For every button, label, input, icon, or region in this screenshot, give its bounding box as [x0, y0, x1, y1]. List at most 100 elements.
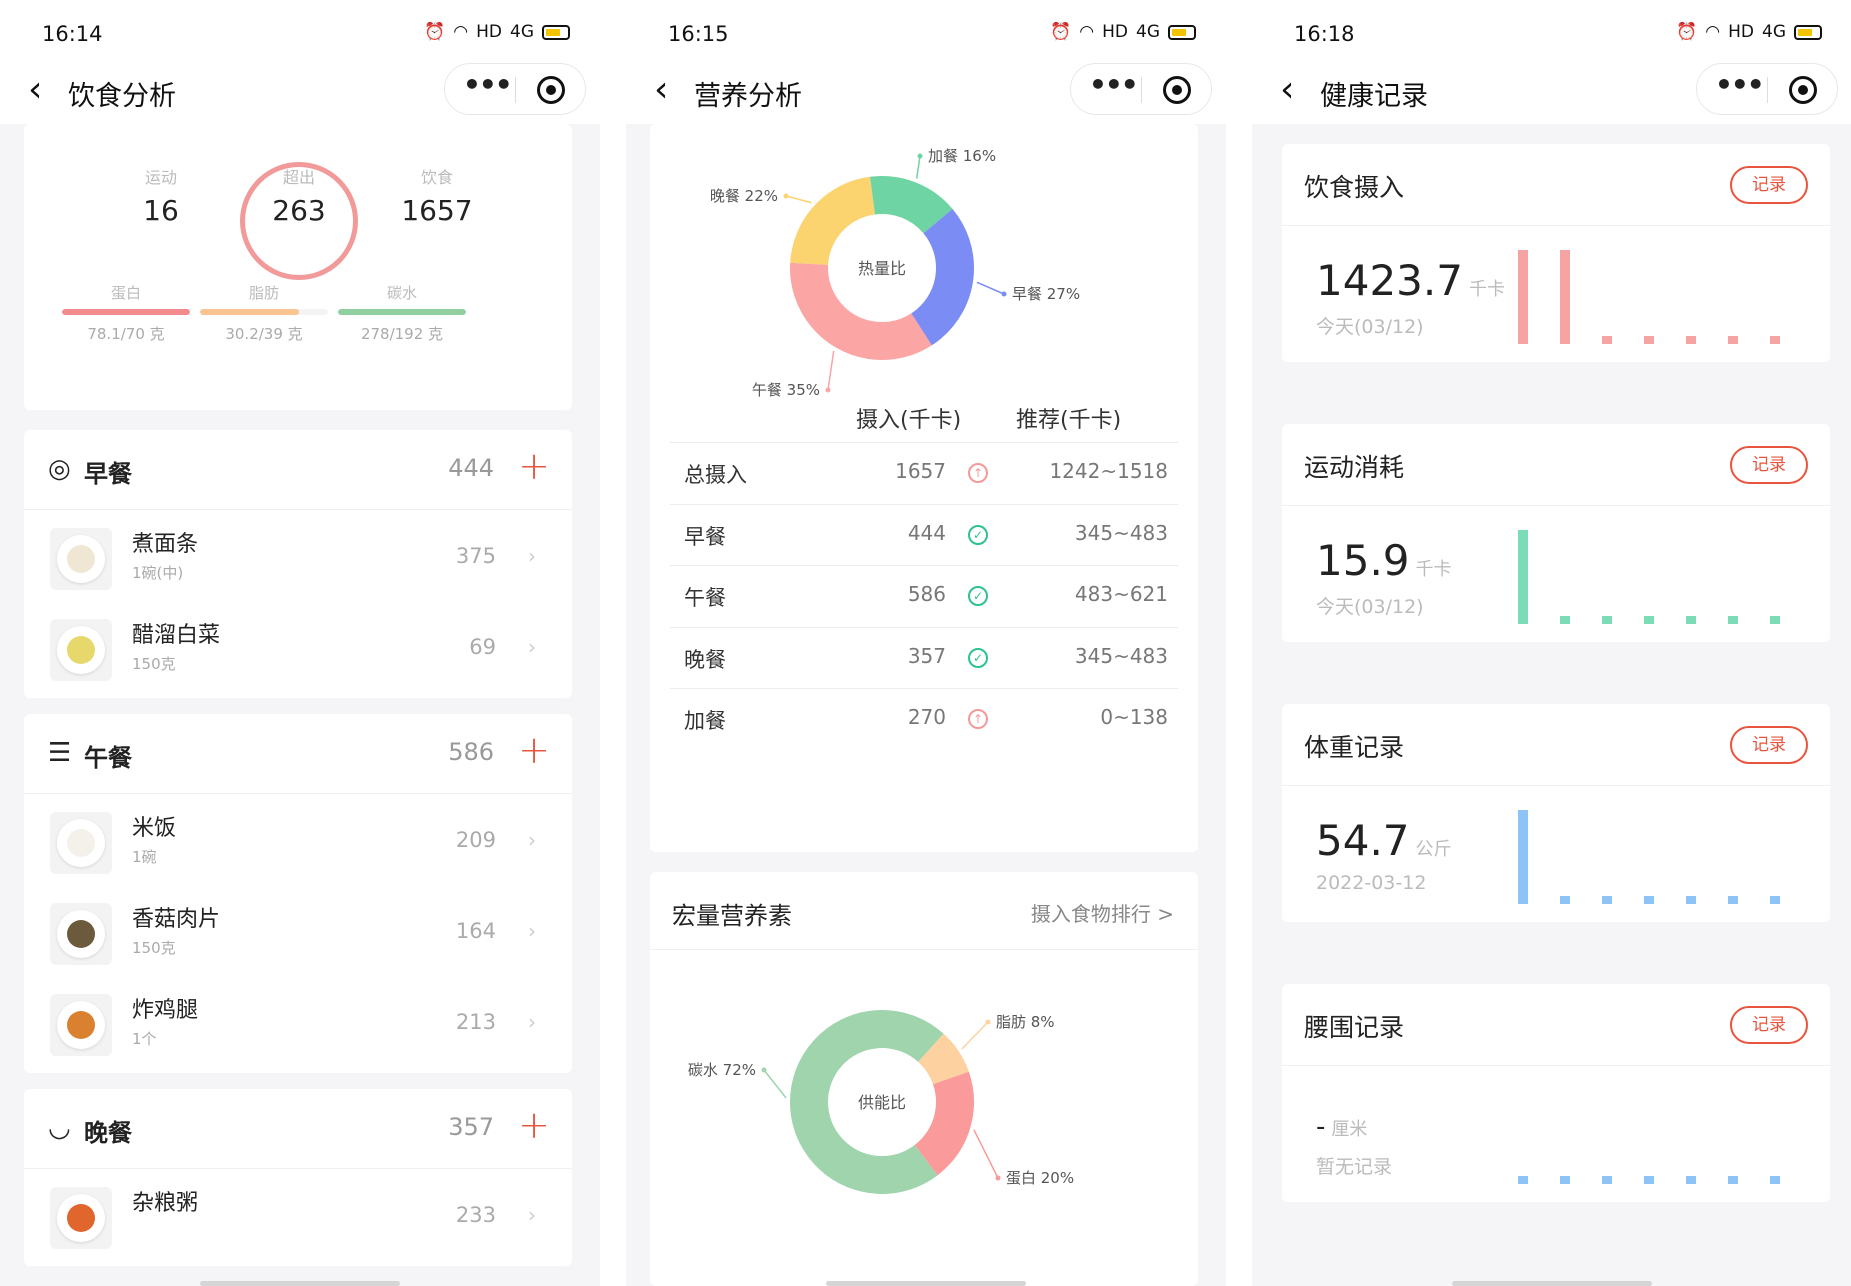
signal-icon: 4G [510, 22, 534, 42]
macro-label: 蛋白 [110, 284, 141, 302]
donut-leader-line [915, 155, 921, 179]
mini-program-capsule: ••• [1696, 63, 1838, 115]
donut-slice-label: 晚餐 22% [710, 187, 778, 205]
health-value: 15.9 [1316, 536, 1410, 585]
burger-icon: ☰ [48, 738, 72, 768]
dish-shape [67, 920, 95, 948]
spark-bar [1602, 896, 1612, 904]
macro-title: 宏量营养素 [672, 902, 792, 930]
more-icon[interactable]: ••• [1715, 68, 1765, 101]
food-item[interactable]: 香菇肉片 150克 164 › [24, 891, 572, 981]
spark-bar [1770, 1176, 1780, 1184]
food-item[interactable]: 醋溜白菜 150克 69 › [24, 607, 572, 697]
health-card: 运动消耗 记录 15.9 千卡 今天(03/12) [1282, 424, 1830, 642]
record-button[interactable]: 记录 [1730, 726, 1808, 764]
back-icon[interactable]: ‹ [28, 70, 42, 110]
spark-bar [1560, 616, 1570, 624]
macro-bar-fill [338, 309, 466, 315]
alarm-icon: ⏰ [424, 22, 446, 42]
weekly-bar-sparkline [1518, 1084, 1780, 1184]
health-record-screen: 16:18 ⏰ ◠ HD 4G ‹ 健康记录 ••• 饮食摄入 记录 1423.7 千… [1252, 0, 1851, 1286]
add-food-plus-icon[interactable]: + [518, 1103, 550, 1147]
macro-bar [62, 309, 190, 315]
weekly-bar-sparkline [1518, 524, 1780, 624]
back-icon[interactable]: ‹ [654, 70, 668, 110]
health-value-line: 54.7 公斤 [1316, 816, 1452, 865]
macro-bar [338, 309, 466, 315]
row-intake: 1657 [895, 459, 946, 483]
diet-analysis-screen: 16:14 ⏰ ◠ HD 4G ‹ 饮食分析 ••• 运动 16 超出 263 … [0, 0, 600, 1286]
food-kcal: 375 [455, 544, 496, 568]
close-target-icon[interactable] [1789, 76, 1817, 104]
health-value: 1423.7 [1316, 256, 1463, 305]
health-card: 腰围记录 记录 - 厘米 暂无记录 [1282, 984, 1830, 1202]
health-card: 饮食摄入 记录 1423.7 千卡 今天(03/12) [1282, 144, 1830, 362]
spark-bar [1602, 616, 1612, 624]
food-item[interactable]: 煮面条 1碗(中) 375 › [24, 516, 572, 606]
meal-title: 早餐 [84, 460, 132, 488]
macro-value: 78.1/70 克 [87, 325, 165, 343]
page-title: 饮食分析 [68, 81, 176, 112]
health-date: 今天(03/12) [1316, 316, 1424, 338]
chevron-right-icon: › [528, 828, 536, 852]
row-intake: 270 [907, 705, 946, 729]
signal-icon: 4G [1136, 22, 1160, 42]
calorie-ratio-donut: 早餐 27% 午餐 35% 晚餐 22% 加餐 16% 热量比 [710, 147, 1080, 399]
spark-bar [1602, 1176, 1612, 1184]
food-item[interactable]: 米饭 1碗 209 › [24, 800, 572, 890]
more-icon[interactable]: ••• [463, 68, 513, 101]
more-icon[interactable]: ••• [1089, 68, 1139, 101]
spark-bar [1644, 616, 1654, 624]
row-intake: 586 [907, 582, 946, 606]
screenshot-collage: 16:14 ⏰ ◠ HD 4G ‹ 饮食分析 ••• 运动 16 超出 263 … [0, 0, 1851, 1286]
back-icon[interactable]: ‹ [1280, 70, 1294, 110]
leader-dot [1001, 291, 1007, 297]
food-item[interactable]: 杂粮粥 233 › [24, 1175, 572, 1265]
mini-program-capsule: ••• [444, 63, 586, 115]
food-name: 米饭 [132, 816, 177, 841]
spark-bar [1770, 616, 1780, 624]
food-name: 香菇肉片 [132, 907, 221, 932]
status-time: 16:14 [42, 22, 103, 46]
wifi-icon: ◠ [453, 22, 469, 42]
donut-slice-label: 脂肪 8% [996, 1013, 1055, 1031]
macro-1: 脂肪 30.2/39 克 [200, 282, 328, 344]
add-food-plus-icon[interactable]: + [518, 728, 550, 772]
health-card-header: 运动消耗 记录 [1282, 424, 1830, 506]
food-amount: 150克 [132, 655, 176, 673]
spark-bar [1770, 896, 1780, 904]
dish-shape [67, 636, 95, 664]
record-button[interactable]: 记录 [1730, 446, 1808, 484]
donut-leader-line [763, 1069, 787, 1099]
close-target-icon[interactable] [1163, 76, 1191, 104]
nav-bar: ‹ 健康记录 ••• [1252, 60, 1851, 124]
dish-shape [67, 1011, 95, 1039]
macro-2: 碳水 278/192 克 [338, 282, 466, 344]
meal-card: ◡ 晚餐 357 + 杂粮粥 233 › [24, 1089, 572, 1266]
over-stat: 超出 263 [272, 168, 326, 227]
leader-dot [761, 1067, 767, 1073]
food-kcal: 69 [469, 635, 496, 659]
alarm-icon: ⏰ [1676, 22, 1698, 42]
home-indicator [826, 1281, 1026, 1286]
food-kcal: 164 [455, 919, 496, 943]
chevron-right-icon: › [528, 919, 536, 943]
health-card-title: 运动消耗 [1304, 453, 1405, 482]
table-row: 早餐 444 ✓ 345~483 [670, 503, 1178, 565]
food-item[interactable]: 炸鸡腿 1个 213 › [24, 982, 572, 1072]
health-date: 今天(03/12) [1316, 596, 1424, 618]
spark-bar [1518, 250, 1528, 344]
food-ranking-link[interactable]: 摄入食物排行 > [1031, 898, 1174, 927]
spark-bar [1644, 896, 1654, 904]
spark-bar [1560, 250, 1570, 344]
meal-title: 午餐 [84, 744, 132, 772]
record-button[interactable]: 记录 [1730, 1006, 1808, 1044]
add-food-plus-icon[interactable]: + [518, 444, 550, 488]
close-target-icon[interactable] [537, 76, 565, 104]
meal-title: 晚餐 [84, 1119, 132, 1147]
macro-0: 蛋白 78.1/70 克 [62, 282, 190, 344]
record-button[interactable]: 记录 [1730, 166, 1808, 204]
status-icons: ⏰ ◠ HD 4G [1676, 22, 1822, 42]
chevron-right-icon: › [528, 635, 536, 659]
mini-program-capsule: ••• [1070, 63, 1212, 115]
